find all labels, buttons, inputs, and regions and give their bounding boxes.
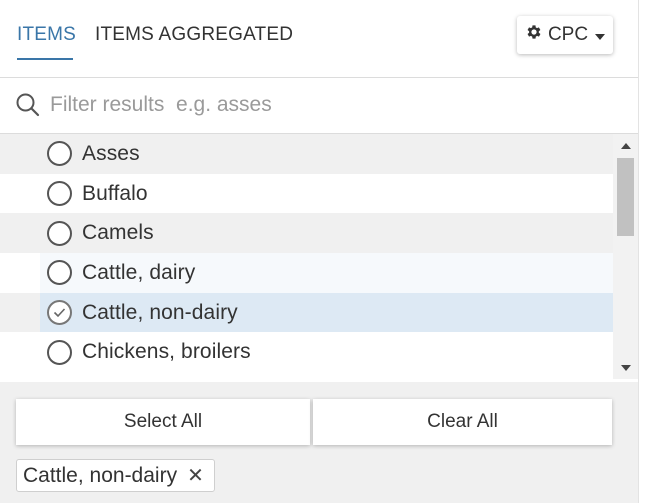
list-item[interactable]: Buffalo <box>0 173 613 214</box>
search-icon <box>16 93 40 117</box>
search-bar <box>0 78 638 134</box>
scroll-down-icon[interactable] <box>621 365 631 371</box>
list-item-label: Chickens, broilers <box>82 340 251 364</box>
list-scrollbar[interactable] <box>613 134 638 379</box>
selected-tag-label: Cattle, non-dairy <box>23 463 178 487</box>
check-icon <box>53 308 66 318</box>
item-selector-panel: ITEMS ITEMS AGGREGATED CPC Asses Buffalo <box>0 0 638 503</box>
radio-button-checked[interactable] <box>47 300 72 326</box>
list-item-label: Asses <box>82 141 140 165</box>
tab-items[interactable]: ITEMS <box>17 24 76 46</box>
radio-button[interactable] <box>47 141 72 167</box>
radio-button[interactable] <box>47 181 72 207</box>
list-item[interactable]: Cattle, dairy <box>0 253 613 293</box>
close-icon[interactable]: ✕ <box>187 466 204 486</box>
list-item-label: Cattle, non-dairy <box>82 300 238 324</box>
active-tab-indicator <box>17 58 73 60</box>
item-list: Asses Buffalo Camels Cattle, dairy Cattl… <box>0 134 613 372</box>
list-item-selected[interactable]: Cattle, non-dairy <box>0 292 613 333</box>
panel-divider <box>638 0 639 503</box>
cpc-label: CPC <box>547 24 589 45</box>
list-item[interactable]: Chickens, broilers <box>0 332 613 372</box>
tab-bar: ITEMS ITEMS AGGREGATED CPC <box>0 0 638 78</box>
radio-button[interactable] <box>47 339 72 365</box>
selection-footer: Select All Clear All Cattle, non-dairy ✕ <box>0 382 638 503</box>
gear-icon <box>525 23 543 47</box>
select-all-button[interactable]: Select All <box>16 399 310 445</box>
list-item-label: Cattle, dairy <box>82 260 196 284</box>
tab-items-aggregated[interactable]: ITEMS AGGREGATED <box>95 24 293 46</box>
list-item[interactable]: Asses <box>0 134 613 174</box>
list-item-label: Buffalo <box>82 181 148 205</box>
scrollbar-thumb[interactable] <box>617 158 634 236</box>
list-item[interactable]: Camels <box>0 213 613 254</box>
selected-tag: Cattle, non-dairy ✕ <box>16 459 215 492</box>
search-input[interactable] <box>50 88 610 122</box>
radio-button[interactable] <box>47 220 72 246</box>
clear-all-button[interactable]: Clear All <box>313 399 612 445</box>
cpc-settings-button[interactable]: CPC <box>517 16 613 54</box>
caret-down-icon <box>595 33 606 40</box>
list-item-label: Camels <box>82 221 154 245</box>
scroll-up-icon[interactable] <box>621 143 631 149</box>
